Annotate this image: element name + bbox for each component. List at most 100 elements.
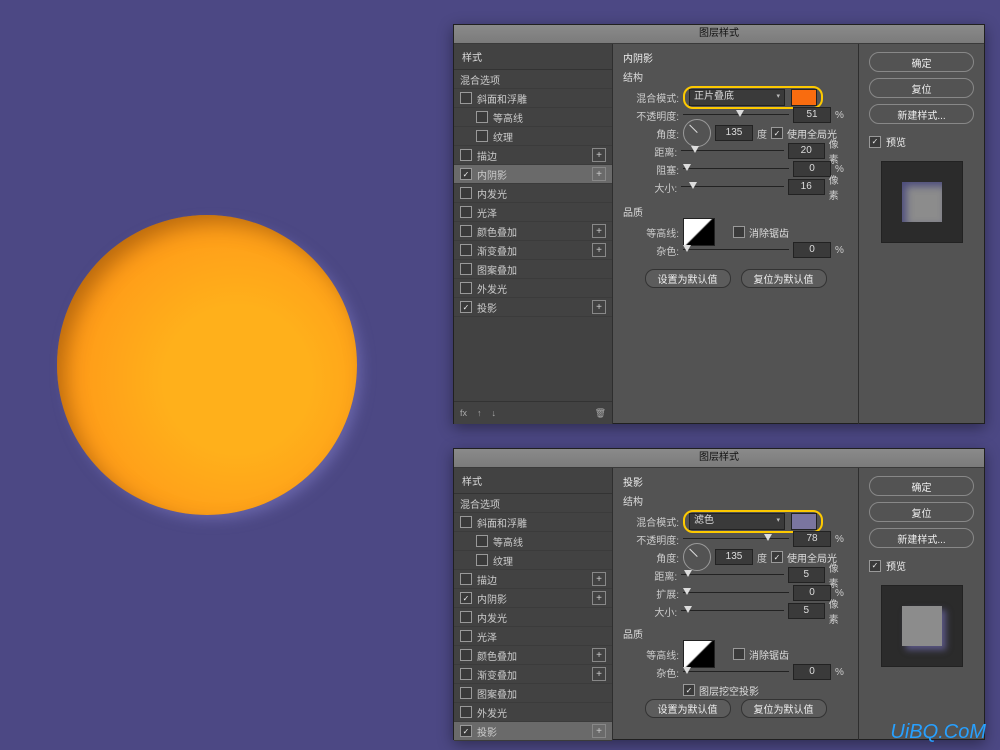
fx-menu[interactable]: fx (460, 408, 467, 418)
style-row-bevel[interactable]: 斜面和浮雕 (454, 89, 612, 108)
ok-button[interactable]: 确定 (869, 476, 974, 496)
opacity-value[interactable]: 51 (793, 107, 831, 123)
blend-mode-select[interactable]: 滤色▾ (689, 513, 785, 530)
add-icon[interactable]: + (592, 724, 606, 738)
style-row-color-overlay[interactable]: 颜色叠加+ (454, 222, 612, 241)
antialias-checkbox[interactable] (733, 226, 745, 238)
size-slider[interactable] (681, 606, 784, 616)
style-row-inner-glow[interactable]: 内发光 (454, 184, 612, 203)
knockout-checkbox[interactable]: ✓ (683, 684, 695, 696)
blend-mode-select[interactable]: 正片叠底▾ (689, 89, 785, 106)
label-contour: 等高线: (623, 647, 679, 662)
new-style-button[interactable]: 新建样式... (869, 104, 974, 124)
label-size: 大小: (623, 180, 677, 195)
dialog-title[interactable]: 图层样式 (454, 449, 984, 468)
style-row-gradient-overlay[interactable]: 渐变叠加+ (454, 665, 612, 684)
styles-header: 样式 (454, 468, 612, 494)
label-knockout: 图层挖空投影 (699, 683, 759, 698)
noise-value[interactable]: 0 (793, 664, 831, 680)
angle-value[interactable]: 135 (715, 549, 753, 565)
preview-checkbox[interactable]: ✓ (869, 560, 881, 572)
contour-picker[interactable] (683, 640, 715, 668)
dialog-title[interactable]: 图层样式 (454, 25, 984, 44)
preview-checkbox[interactable]: ✓ (869, 136, 881, 148)
style-row-contour[interactable]: 等高线 (454, 532, 612, 551)
style-row-stroke[interactable]: 描边+ (454, 570, 612, 589)
dialog-actions: 确定 复位 新建样式... ✓预览 (858, 44, 984, 424)
style-row-outer-glow[interactable]: 外发光 (454, 279, 612, 298)
spread-value[interactable]: 0 (793, 585, 831, 601)
angle-dial[interactable] (683, 543, 711, 571)
distance-value[interactable]: 5 (788, 567, 825, 583)
add-icon[interactable]: + (592, 300, 606, 314)
add-icon[interactable]: + (592, 224, 606, 238)
add-icon[interactable]: + (592, 648, 606, 662)
style-row-satin[interactable]: 光泽 (454, 203, 612, 222)
blending-options-row[interactable]: 混合选项 (454, 494, 612, 513)
new-style-button[interactable]: 新建样式... (869, 528, 974, 548)
arrow-up-icon[interactable]: ↑ (477, 408, 482, 418)
blending-options-row[interactable]: 混合选项 (454, 70, 612, 89)
size-value[interactable]: 16 (788, 179, 825, 195)
choke-slider[interactable] (683, 164, 789, 174)
set-default-button[interactable]: 设置为默认值 (645, 699, 731, 718)
noise-value[interactable]: 0 (793, 242, 831, 258)
size-value[interactable]: 5 (788, 603, 825, 619)
cancel-button[interactable]: 复位 (869, 78, 974, 98)
arrow-down-icon[interactable]: ↓ (492, 408, 497, 418)
settings-panel: 内阴影 结构 混合模式: 正片叠底▾ 不透明度: 51 % 角度: (613, 44, 858, 424)
label-distance: 距离: (623, 568, 677, 583)
style-row-texture[interactable]: 纹理 (454, 551, 612, 570)
group-structure: 结构 (623, 69, 848, 84)
chevron-down-icon: ▾ (776, 514, 780, 528)
spread-slider[interactable] (683, 588, 789, 598)
label-contour: 等高线: (623, 225, 679, 240)
distance-slider[interactable] (681, 570, 784, 580)
style-row-gradient-overlay[interactable]: 渐变叠加+ (454, 241, 612, 260)
style-row-inner-glow[interactable]: 内发光 (454, 608, 612, 627)
style-row-color-overlay[interactable]: 颜色叠加+ (454, 646, 612, 665)
noise-slider[interactable] (683, 667, 789, 677)
add-icon[interactable]: + (592, 667, 606, 681)
style-row-pattern-overlay[interactable]: 图案叠加 (454, 684, 612, 703)
trash-icon[interactable]: 🗑 (595, 408, 606, 419)
style-row-texture[interactable]: 纹理 (454, 127, 612, 146)
angle-value[interactable]: 135 (715, 125, 753, 141)
panel-title: 投影 (623, 474, 848, 489)
distance-value[interactable]: 20 (788, 143, 825, 159)
style-row-satin[interactable]: 光泽 (454, 627, 612, 646)
style-row-drop-shadow[interactable]: ✓投影+ (454, 722, 612, 741)
global-light-checkbox[interactable]: ✓ (771, 127, 783, 139)
add-icon[interactable]: + (592, 591, 606, 605)
set-default-button[interactable]: 设置为默认值 (645, 269, 731, 288)
style-row-outer-glow[interactable]: 外发光 (454, 703, 612, 722)
global-light-checkbox[interactable]: ✓ (771, 551, 783, 563)
ok-button[interactable]: 确定 (869, 52, 974, 72)
style-row-stroke[interactable]: 描边+ (454, 146, 612, 165)
cancel-button[interactable]: 复位 (869, 502, 974, 522)
reset-default-button[interactable]: 复位为默认值 (741, 699, 827, 718)
add-icon[interactable]: + (592, 572, 606, 586)
style-row-pattern-overlay[interactable]: 图案叠加 (454, 260, 612, 279)
angle-dial[interactable] (683, 119, 711, 147)
style-row-bevel[interactable]: 斜面和浮雕 (454, 513, 612, 532)
noise-slider[interactable] (683, 245, 789, 255)
label-blend-mode: 混合模式: (623, 514, 679, 529)
size-slider[interactable] (681, 182, 784, 192)
style-row-inner-shadow[interactable]: ✓内阴影+ (454, 165, 612, 184)
add-icon[interactable]: + (592, 167, 606, 181)
choke-value[interactable]: 0 (793, 161, 831, 177)
style-row-contour[interactable]: 等高线 (454, 108, 612, 127)
reset-default-button[interactable]: 复位为默认值 (741, 269, 827, 288)
add-icon[interactable]: + (592, 243, 606, 257)
color-swatch[interactable] (791, 89, 817, 106)
opacity-value[interactable]: 78 (793, 531, 831, 547)
contour-picker[interactable] (683, 218, 715, 246)
label-noise: 杂色: (623, 665, 679, 680)
antialias-checkbox[interactable] (733, 648, 745, 660)
style-row-inner-shadow[interactable]: ✓内阴影+ (454, 589, 612, 608)
distance-slider[interactable] (681, 146, 784, 156)
style-row-drop-shadow[interactable]: ✓投影+ (454, 298, 612, 317)
color-swatch[interactable] (791, 513, 817, 530)
add-icon[interactable]: + (592, 148, 606, 162)
